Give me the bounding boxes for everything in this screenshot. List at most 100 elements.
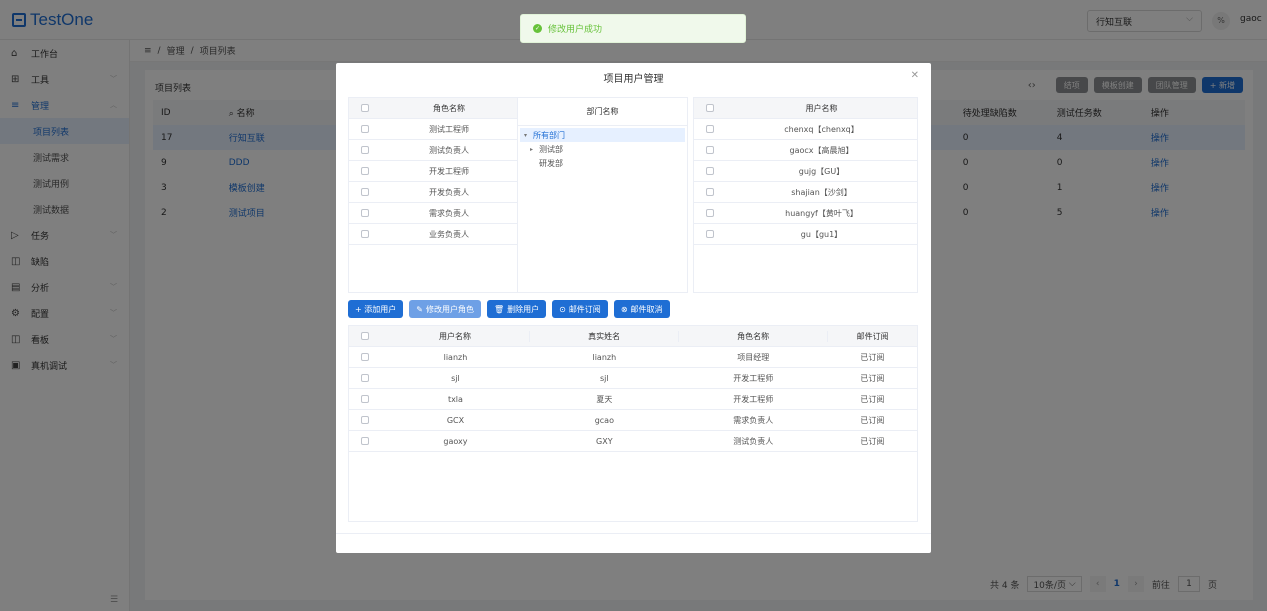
member-role: 需求负责人 xyxy=(733,415,774,425)
user-row[interactable]: chenxq【chenxq】 xyxy=(694,119,917,140)
role-name: 开发负责人 xyxy=(429,187,469,197)
user-name: chenxq【chenxq】 xyxy=(784,124,859,134)
checkbox-box xyxy=(706,104,714,112)
user-row[interactable]: gujg【GU】 xyxy=(694,161,917,182)
member-mail-status: 已订阅 xyxy=(860,373,885,383)
role-name: 业务负责人 xyxy=(429,229,469,239)
member-row[interactable]: txla 夏天 开发工程师 已订阅 xyxy=(349,389,917,410)
role-table-header: 角色名称 xyxy=(349,98,517,119)
checkbox-box xyxy=(361,332,369,340)
caret-right-icon[interactable]: ▸ xyxy=(530,146,536,153)
success-check-icon: ✓ xyxy=(533,24,542,33)
checkbox-box xyxy=(361,353,369,361)
member-mail-status: 已订阅 xyxy=(860,352,885,362)
trash-icon: 🗑 xyxy=(493,304,505,314)
member-checkbox[interactable] xyxy=(349,416,381,424)
user-checkbox[interactable] xyxy=(694,209,726,217)
member-row[interactable]: lianzh lianzh 项目经理 已订阅 xyxy=(349,347,917,368)
app-root: TestOne 行知互联 ⌵ % gaoc ⌂ 工作台 ⊞ 工具 ﹀ ≡ 管理 … xyxy=(0,0,1267,611)
user-table: 用户名称 chenxq【chenxq】 gaocx【高晨旭】 gujg【GU】 … xyxy=(693,97,918,293)
select-all-roles-checkbox[interactable] xyxy=(349,104,381,112)
member-role: 测试负责人 xyxy=(733,436,774,446)
member-row[interactable]: gaoxy GXY 测试负责人 已订阅 xyxy=(349,431,917,452)
close-icon[interactable]: ✕ xyxy=(911,70,919,81)
column-header-role-name: 角色名称 xyxy=(433,103,465,113)
checkbox-box xyxy=(361,167,369,175)
role-row[interactable]: 业务负责人 xyxy=(349,224,517,245)
edit-user-role-label: 修改用户角色 xyxy=(425,304,474,314)
user-name: gu【gu1】 xyxy=(800,229,843,239)
role-checkbox[interactable] xyxy=(349,167,381,175)
member-checkbox[interactable] xyxy=(349,374,381,382)
member-checkbox[interactable] xyxy=(349,395,381,403)
role-table: 角色名称 测试工程师 测试负责人 开发工程师 开发负责人 需求负责人 业务负责人 xyxy=(348,97,518,293)
member-real-name: sjl xyxy=(600,373,609,383)
checkbox-box xyxy=(361,146,369,154)
role-checkbox[interactable] xyxy=(349,125,381,133)
member-username: gaoxy xyxy=(443,436,468,446)
user-checkbox[interactable] xyxy=(694,230,726,238)
role-checkbox[interactable] xyxy=(349,188,381,196)
user-table-header: 用户名称 xyxy=(694,98,917,119)
tree-node-test-dept[interactable]: ▸ 测试部 xyxy=(520,142,685,156)
role-checkbox[interactable] xyxy=(349,209,381,217)
role-row[interactable]: 需求负责人 xyxy=(349,203,517,224)
add-user-button[interactable]: + 添加用户 xyxy=(348,300,404,318)
role-row[interactable]: 开发负责人 xyxy=(349,182,517,203)
role-row[interactable]: 测试工程师 xyxy=(349,119,517,140)
checkbox-box xyxy=(361,104,369,112)
edit-icon: ✎ xyxy=(416,304,423,314)
user-checkbox[interactable] xyxy=(694,188,726,196)
mail-cancel-button[interactable]: ⊗ 邮件取消 xyxy=(613,300,670,318)
checkbox-box xyxy=(361,437,369,445)
member-table-header: 用户名称 真实姓名 角色名称 邮件订阅 xyxy=(349,326,917,347)
cancel-circle-icon: ⊗ xyxy=(620,304,628,314)
toast-message: 修改用户成功 xyxy=(548,25,603,35)
department-header: 部门名称 xyxy=(518,98,687,126)
user-checkbox[interactable] xyxy=(694,167,726,175)
caret-down-icon[interactable]: ▾ xyxy=(524,132,530,139)
role-row[interactable]: 测试负责人 xyxy=(349,140,517,161)
edit-user-role-button[interactable]: ✎ 修改用户角色 xyxy=(409,300,481,318)
user-checkbox[interactable] xyxy=(694,146,726,154)
member-mail-status: 已订阅 xyxy=(860,436,885,446)
column-header-username: 用户名称 xyxy=(381,330,531,342)
tree-node-label: 所有部门 xyxy=(533,130,565,140)
dialog-footer-divider xyxy=(336,533,931,534)
user-checkbox[interactable] xyxy=(694,125,726,133)
role-row[interactable]: 开发工程师 xyxy=(349,161,517,182)
member-row[interactable]: GCX gcao 需求负责人 已订阅 xyxy=(349,410,917,431)
role-name: 需求负责人 xyxy=(429,208,469,218)
select-all-users-checkbox[interactable] xyxy=(694,104,726,112)
role-checkbox[interactable] xyxy=(349,230,381,238)
tree-node-label: 测试部 xyxy=(539,144,563,154)
department-panel: 部门名称 ▾ 所有部门 ▸ 测试部 研发部 xyxy=(517,97,688,293)
mail-subscribe-button[interactable]: ⊙ 邮件订阅 xyxy=(552,300,608,318)
delete-user-button[interactable]: 🗑 删除用户 xyxy=(486,300,547,318)
checkbox-box xyxy=(361,188,369,196)
project-user-dialog: 项目用户管理 ✕ 角色名称 测试工程师 测试负责人 开发工程师 开发负责人 需求… xyxy=(336,63,931,553)
member-real-name: gcao xyxy=(594,415,614,425)
checkbox-box xyxy=(706,125,714,133)
tree-node-dev-dept[interactable]: 研发部 xyxy=(520,156,685,170)
member-row[interactable]: sjl sjl 开发工程师 已订阅 xyxy=(349,368,917,389)
mail-subscribe-label: 邮件订阅 xyxy=(568,304,601,314)
tree-node-all-departments[interactable]: ▾ 所有部门 xyxy=(520,128,685,142)
member-checkbox[interactable] xyxy=(349,353,381,361)
user-row[interactable]: gaocx【高晨旭】 xyxy=(694,140,917,161)
user-row[interactable]: gu【gu1】 xyxy=(694,224,917,245)
role-name: 测试工程师 xyxy=(429,124,469,134)
checkbox-box xyxy=(361,416,369,424)
member-real-name: GXY xyxy=(596,436,613,446)
select-all-members-checkbox[interactable] xyxy=(349,332,381,340)
checkbox-box xyxy=(706,188,714,196)
department-tree: ▾ 所有部门 ▸ 测试部 研发部 xyxy=(518,126,687,170)
member-role: 开发工程师 xyxy=(733,373,774,383)
user-name: huangyf【黄叶飞】 xyxy=(785,208,858,218)
user-row[interactable]: shajian【沙剑】 xyxy=(694,182,917,203)
member-checkbox[interactable] xyxy=(349,437,381,445)
role-checkbox[interactable] xyxy=(349,146,381,154)
column-header-role: 角色名称 xyxy=(679,330,829,342)
user-row[interactable]: huangyf【黄叶飞】 xyxy=(694,203,917,224)
user-name: shajian【沙剑】 xyxy=(791,187,852,197)
